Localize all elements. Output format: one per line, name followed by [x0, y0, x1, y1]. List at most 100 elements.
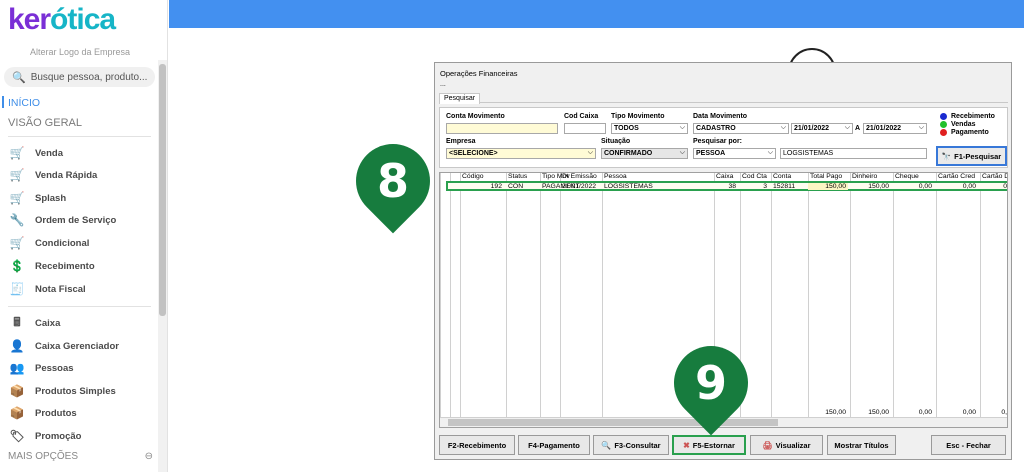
column-header[interactable]: Cod Cta [740, 173, 769, 180]
tipo-label: Tipo Movimento [611, 113, 665, 120]
total-cell: 0,00 [962, 409, 976, 416]
grid-scroll-thumb[interactable] [448, 419, 778, 426]
sidebar-item-label: Caixa Gerenciador [35, 340, 119, 352]
f5-estornar-button[interactable]: ✖ F5-Estornar [672, 435, 746, 455]
sidebar-scroll-thumb[interactable] [159, 64, 166, 316]
data-tipo-select[interactable]: CADASTRO [693, 123, 789, 134]
f1-search-button[interactable]: 🔭 F1-Pesquisar [936, 146, 1007, 166]
sidebar-item-5[interactable]: 🛒 Condicional [8, 233, 90, 253]
column-header[interactable]: Pessoa [602, 173, 712, 180]
legend-item: Pagamento [940, 129, 989, 136]
date-range-separator: A [855, 125, 861, 132]
pesquisar-por-select[interactable]: PESSOA [693, 148, 776, 159]
sidebar-item-10[interactable]: 👥 Pessoas [8, 358, 74, 378]
esc-fechar-button[interactable]: Esc - Fechar [931, 435, 1006, 455]
company-logo[interactable]: kerótica [8, 3, 116, 37]
f3-consultar-button[interactable]: 🔍 F3-Consultar [593, 435, 669, 455]
sidebar-item-4[interactable]: 🔧 Ordem de Serviço [8, 210, 117, 230]
divider [8, 136, 151, 137]
empresa-label: Empresa [446, 138, 476, 145]
sidebar-item-label: Splash [35, 192, 67, 204]
box-icon: 📦 [9, 406, 25, 420]
tipo-movimento-select[interactable]: TODOS [611, 123, 688, 134]
sidebar-item-label: Venda Rápida [35, 169, 98, 181]
table-cell: 21/01/2022 [562, 183, 597, 190]
data-label: Data Movimento [693, 113, 748, 120]
sidebar-item-label: Produtos Simples [35, 385, 116, 397]
divider [8, 306, 151, 307]
sidebar-item-11[interactable]: 📦 Produtos Simples [8, 381, 116, 401]
column-header[interactable]: Caixa [714, 173, 738, 180]
sidebar-item-label: Produtos [35, 407, 77, 419]
sidebar-item-12[interactable]: 📦 Produtos [8, 403, 77, 423]
sidebar-item-9[interactable]: 👤 Caixa Gerenciador [8, 336, 119, 356]
column-header[interactable]: Cartão Cred [936, 173, 978, 180]
total-cell: 0, [1001, 409, 1007, 416]
nav-visao-geral[interactable]: VISÃO GERAL [8, 117, 82, 129]
data-fim-picker[interactable]: 21/01/2022 [863, 123, 927, 134]
sidebar-item-7[interactable]: 🧾 Nota Fiscal [8, 279, 86, 299]
sidebar-item-2[interactable]: 🛒 Venda Rápida [8, 165, 98, 185]
visualizar-button[interactable]: 🖨 Visualizar [750, 435, 823, 455]
sidebar-item-13[interactable]: 🏷 Promoção [8, 426, 81, 446]
table-cell: 0 [1003, 183, 1007, 190]
chevron-down-icon: ⊖ [144, 451, 153, 462]
filter-panel: Conta Movimento Cod Caixa Tipo Movimento… [439, 107, 1008, 168]
table-cell: 192 [490, 183, 502, 190]
sidebar-item-8[interactable]: 🖩 Caixa [8, 313, 60, 333]
conta-label: Conta Movimento [446, 113, 505, 120]
money-hand-icon: 💲 [9, 259, 25, 273]
nav-inicio[interactable]: INÍCIO [8, 97, 40, 109]
top-bar [169, 0, 1024, 28]
situacao-select[interactable]: CONFIRMADO [601, 148, 688, 159]
table-cell: 3 [763, 183, 767, 190]
total-cell: 150,00 [825, 409, 846, 416]
tag-icon: 🏷 [9, 429, 25, 443]
cod-caixa-input[interactable] [564, 123, 606, 134]
empresa-select[interactable]: <SELECIONE> [446, 148, 596, 159]
column-header[interactable]: Dinheiro [850, 173, 891, 180]
f4-pagamento-button[interactable]: F4-Pagamento [518, 435, 590, 455]
column-header[interactable]: Status [506, 173, 538, 180]
column-header[interactable]: Cartão D [980, 173, 1007, 180]
sidebar-item-label: Recebimento [35, 260, 95, 272]
box-icon: 📦 [9, 384, 25, 398]
change-logo-link[interactable]: Alterar Logo da Empresa [0, 47, 160, 57]
legend-dot-icon [940, 121, 947, 128]
sidebar-item-label: Promoção [35, 430, 82, 442]
more-options[interactable]: MAIS OPÇÕES ⊖ [8, 451, 153, 462]
window-menu[interactable]: ... [440, 81, 446, 88]
search-input[interactable]: 🔍 Busque pessoa, produto... [4, 67, 155, 87]
f2-recebimento-button[interactable]: F2-Recebimento [439, 435, 515, 455]
codcaixa-label: Cod Caixa [564, 113, 599, 120]
column-header[interactable]: Código [460, 173, 504, 180]
legend-item: Vendas [940, 121, 976, 128]
search-icon: 🔍 [12, 71, 26, 84]
column-header[interactable]: Dt Emissão [560, 173, 600, 180]
column-header[interactable]: Conta [771, 173, 806, 180]
situacao-label: Situação [601, 138, 631, 145]
invoice-icon: 🧾 [9, 282, 25, 296]
data-inicio-picker[interactable]: 21/01/2022 [791, 123, 853, 134]
sidebar: kerótica Alterar Logo da Empresa 🔍 Busque… [0, 0, 168, 472]
pesquisar-valor-input[interactable]: LOGSISTEMAS [780, 148, 927, 159]
tab-pesquisar[interactable]: Pesquisar [439, 93, 481, 104]
column-header[interactable]: Cheque [893, 173, 934, 180]
sidebar-item-label: Ordem de Serviço [35, 214, 117, 226]
sidebar-item-3[interactable]: 🛒 Splash [8, 188, 67, 208]
people-icon: 👥 [9, 361, 25, 375]
column-header[interactable]: Total Pago [808, 173, 848, 180]
conta-movimento-input[interactable] [446, 123, 558, 134]
step-marker-8: 8 [340, 128, 446, 234]
user-cash-icon: 👤 [9, 339, 25, 353]
sidebar-item-label: Condicional [35, 237, 90, 249]
sidebar-item-6[interactable]: 💲 Recebimento [8, 256, 95, 276]
printer-icon: 🖨 [762, 440, 773, 450]
sidebar-item-1[interactable]: 🛒 Venda [8, 143, 63, 163]
mostrar-titulos-button[interactable]: Mostrar Títulos [827, 435, 896, 455]
active-indicator [2, 96, 4, 108]
sidebar-item-label: Venda [35, 147, 63, 159]
cart-splash-icon: 🛒 [9, 191, 25, 205]
cart-icon: 🛒 [9, 146, 25, 160]
cart-fast-icon: 🛒 [9, 168, 25, 182]
